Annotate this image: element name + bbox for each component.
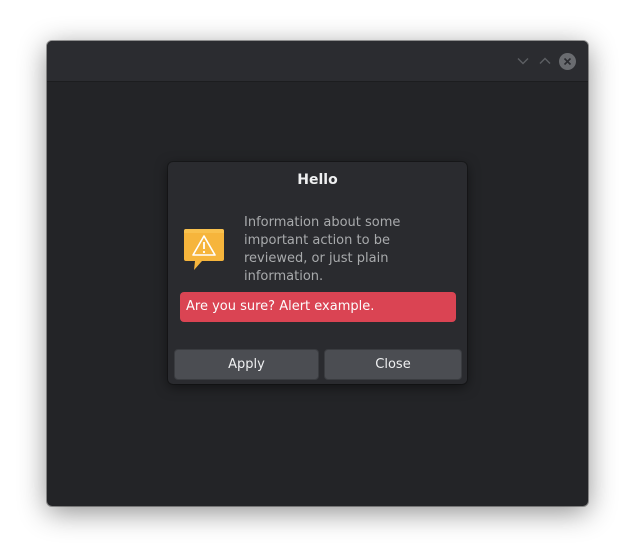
dialog-title: Hello	[297, 172, 338, 188]
warning-icon	[184, 229, 224, 270]
alert-banner: Are you sure? Alert example.	[180, 292, 456, 322]
chevron-down-icon	[517, 58, 529, 65]
maximize-button[interactable]	[536, 52, 554, 70]
window-titlebar[interactable]	[47, 41, 588, 82]
chevron-up-icon	[539, 57, 551, 64]
dialog-message: Information about some important action …	[244, 215, 401, 284]
main-window: Hello Information about some important a…	[47, 41, 588, 506]
apply-button[interactable]: Apply	[174, 349, 319, 380]
message-dialog: Hello Information about some important a…	[168, 162, 467, 384]
close-window-button[interactable]	[558, 52, 576, 70]
close-button[interactable]: Close	[324, 349, 462, 380]
minimize-button[interactable]	[514, 52, 532, 70]
close-icon	[563, 57, 571, 65]
